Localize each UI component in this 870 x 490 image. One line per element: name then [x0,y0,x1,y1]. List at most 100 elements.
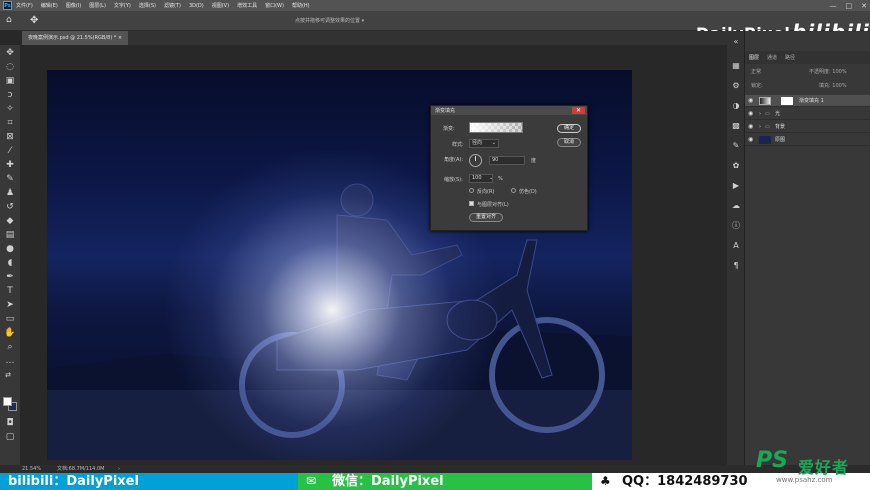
magic-wand-icon[interactable]: ✧ [4,103,16,115]
menu-layer[interactable]: 图层(L) [89,2,106,9]
blur-icon[interactable]: ● [4,243,16,255]
footer-bilibili: bilibili：DailyPixel [0,473,298,490]
pen-icon[interactable]: ✒ [4,271,16,283]
gradient-swatch[interactable] [469,122,523,133]
document-tab-close[interactable]: × [118,35,122,41]
move-tool-icon[interactable]: ✥ [30,15,38,26]
expand-arrow-icon[interactable]: › [759,121,761,133]
tab-paths[interactable]: 路径 [785,54,795,61]
menu-image[interactable]: 图像(I) [66,2,81,9]
hand-icon[interactable]: ✋ [4,327,16,339]
layer-row[interactable]: ◉ 渐变填充 1 [745,95,870,107]
zoom-icon[interactable]: ⌕ [4,341,16,353]
move-icon[interactable]: ✥ [4,47,16,59]
eye-icon[interactable]: ◉ [748,121,753,133]
opacity-field[interactable]: 不透明度: 100% [809,68,847,75]
tab-channels[interactable]: 通道 [767,54,777,61]
swatches-icon[interactable]: ▩ [731,121,741,131]
crop-icon[interactable]: ⌗ [4,117,16,129]
more-tools-icon[interactable]: … [4,355,16,367]
eye-icon[interactable]: ◉ [748,108,753,120]
close-window-button[interactable]: ✕ [861,2,867,10]
menu-3d[interactable]: 3D(D) [189,3,204,9]
reverse-checkbox[interactable] [469,188,474,193]
history-icon[interactable]: ▦ [731,61,741,71]
reverse-label: 反向(R) [477,189,495,195]
layer-name: 渐变填充 1 [799,98,824,104]
reset-alignment-button[interactable]: 重置对齐 [469,213,503,222]
quick-mask-icon[interactable]: ◘ [4,417,16,429]
footer-banner: bilibili：DailyPixel ✉ 微信：DailyPixel ♣ QQ… [0,473,870,490]
dither-checkbox[interactable] [511,188,516,193]
document-tab[interactable]: 夜晚案例演示.psd @ 21.5%(RGB/8) * × [22,31,129,45]
brush-icon[interactable]: ✎ [4,173,16,185]
cancel-button[interactable]: 取消 [557,138,581,147]
gradient-icon[interactable]: ▤ [4,229,16,241]
watermark-url: www.psahz.com [776,476,833,484]
actions-icon[interactable]: ▶ [731,181,741,191]
menu-plugins[interactable]: 增效工具 [237,2,257,9]
angle-unit: 度 [531,158,537,164]
menu-filter[interactable]: 滤镜(T) [164,2,181,9]
style-select[interactable]: 径向 ⌄ [469,139,499,148]
menu-help[interactable]: 帮助(H) [292,2,310,9]
libraries-icon[interactable]: ☁ [731,201,741,211]
layer-thumbnail [759,97,771,105]
shape-icon[interactable]: ▭ [4,313,16,325]
scale-dropdown-icon[interactable]: ⌄ [489,175,493,181]
ok-button[interactable]: 确定 [557,124,581,133]
eyedropper-icon[interactable]: ⁄ [4,145,16,157]
menu-window[interactable]: 窗口(W) [265,2,284,9]
photoshop-logo[interactable]: Ps [3,1,12,10]
frame-icon[interactable]: ⊠ [4,131,16,143]
fill-field[interactable]: 填充: 100% [819,82,847,89]
properties-icon[interactable]: ⚙ [731,81,741,91]
collapse-panels-icon[interactable]: « [731,37,741,47]
home-icon[interactable]: ⌂ [6,16,16,25]
tab-layers[interactable]: 图层 [749,54,759,61]
eye-icon[interactable]: ◉ [748,134,753,146]
adjustments-icon[interactable]: ◑ [731,101,741,111]
window-controls: — □ ✕ [830,0,868,11]
menu-edit[interactable]: 编辑(E) [41,2,58,9]
foreground-color-swatch[interactable] [3,397,12,406]
layer-row[interactable]: ◉ › ▭ 背景 [745,121,870,133]
eraser-icon[interactable]: ◆ [4,215,16,227]
swap-colors-icon[interactable]: ⇄ [2,369,14,381]
menu-select[interactable]: 选择(S) [139,2,156,9]
menu-view[interactable]: 视图(V) [212,2,229,9]
brushes-icon[interactable]: ✎ [731,141,741,151]
menu-type[interactable]: 文字(Y) [114,2,131,9]
healing-icon[interactable]: ✚ [4,159,16,171]
dodge-icon[interactable]: ◖ [4,257,16,269]
info-icon[interactable]: ⓘ [731,221,741,231]
expand-arrow-icon[interactable]: › [759,108,761,120]
marquee-icon[interactable]: ◌ [4,61,16,73]
artboard-icon[interactable]: ▣ [4,75,16,87]
footer-bilibili-text: bilibili：DailyPixel [8,474,139,489]
zoom-level[interactable]: 21.54% [22,465,41,473]
history-brush-icon[interactable]: ↺ [4,201,16,213]
dialog-close-button[interactable]: ✕ [572,107,585,114]
blend-mode-select[interactable]: 正常 [751,68,761,75]
align-with-layer-checkbox[interactable] [469,201,474,206]
layer-row[interactable]: ◉ › ▭ 光 [745,108,870,120]
eye-icon[interactable]: ◉ [748,95,753,107]
path-select-icon[interactable]: ➤ [4,299,16,311]
layer-row[interactable]: ◉ 原图 [745,134,870,146]
character-icon[interactable]: A [731,241,741,251]
lasso-icon[interactable]: ↄ [4,89,16,101]
paragraph-icon[interactable]: ¶ [731,261,741,271]
styles-icon[interactable]: ✿ [731,161,741,171]
qq-penguin-icon: ♣ [600,474,611,488]
angle-dial[interactable] [469,154,482,167]
minimize-button[interactable]: — [830,2,837,10]
menu-file[interactable]: 文件(F) [16,2,33,9]
style-select-value: 径向 [472,140,483,146]
stamp-icon[interactable]: ♟ [4,187,16,199]
screen-mode-icon[interactable]: ▢ [4,431,16,443]
status-menu-arrow[interactable]: › [118,465,120,473]
angle-input[interactable]: 90 [489,156,525,165]
maximize-button[interactable]: □ [846,2,853,10]
type-icon[interactable]: T [4,285,16,297]
